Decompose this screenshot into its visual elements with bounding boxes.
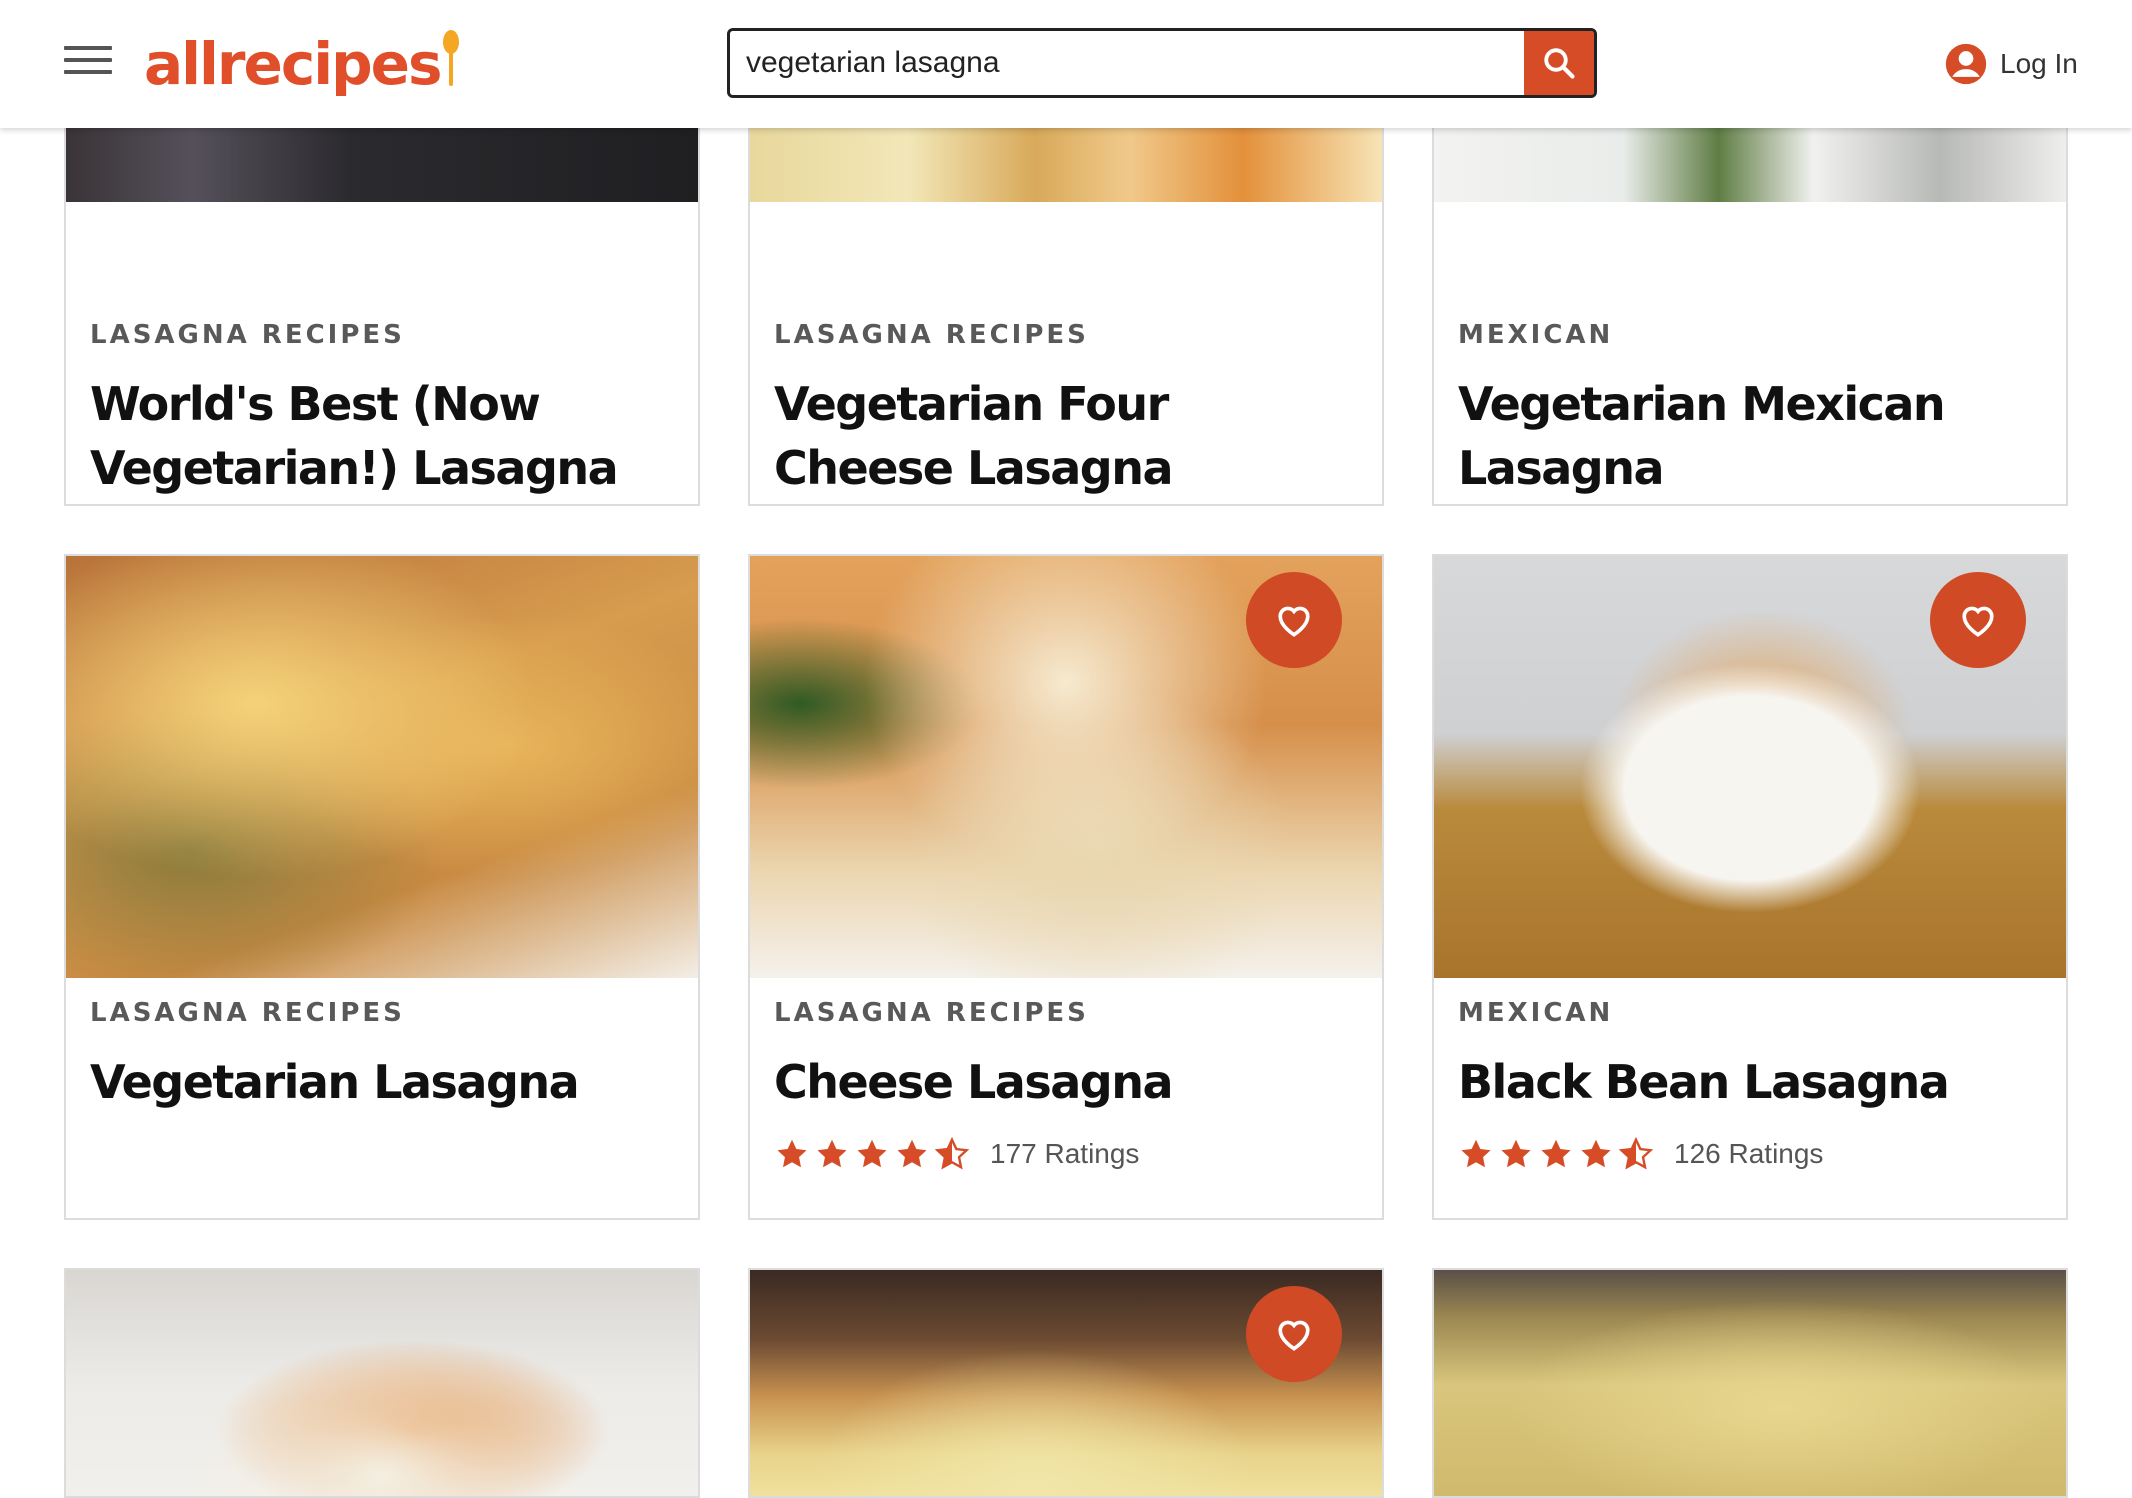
recipe-title[interactable]: Vegetarian Mexican Lasagna [1458,372,2038,500]
recipe-category[interactable]: MEXICAN [1458,998,1613,1028]
star-icon [814,1136,850,1172]
recipe-image[interactable] [66,556,698,978]
recipe-image[interactable] [1434,1270,2066,1496]
half-star-icon [1618,1136,1654,1172]
half-star-icon [934,1136,970,1172]
recipe-category[interactable]: LASAGNA RECIPES [90,998,405,1028]
login-link[interactable]: Log In [1944,40,2078,88]
recipe-title[interactable]: Vegetarian Lasagna [90,1050,670,1114]
recipe-card[interactable]: LASAGNA RECIPES Vegetarian Four Cheese L… [748,90,1384,506]
site-header: allrecipes Log In [0,0,2132,128]
star-icon [854,1136,890,1172]
star-icon [774,1136,810,1172]
recipe-card[interactable] [748,1268,1384,1498]
save-recipe-button[interactable] [1246,572,1342,668]
recipe-card[interactable]: MEXICAN Black Bean Lasagna 126 Ratings [1432,554,2068,1220]
save-recipe-button[interactable] [1246,1286,1342,1382]
logo-text: allrecipes [144,30,442,98]
login-label: Log In [2000,48,2078,79]
heart-icon [1962,606,1994,637]
recipe-card[interactable]: LASAGNA RECIPES World's Best (Now Vegeta… [64,90,700,506]
search-icon [1544,48,1575,79]
save-recipe-button[interactable] [1930,572,2026,668]
recipe-card[interactable] [1432,1268,2068,1498]
search-input[interactable] [730,31,1520,95]
star-icon [1538,1136,1574,1172]
recipe-title[interactable]: Cheese Lasagna [774,1050,1354,1114]
recipe-card[interactable]: LASAGNA RECIPES Vegetarian Lasagna [64,554,700,1220]
star-icon [1578,1136,1614,1172]
star-icon [1498,1136,1534,1172]
recipe-category[interactable]: LASAGNA RECIPES [774,998,1089,1028]
ratings-count[interactable]: 126 Ratings [1674,1138,1823,1170]
heart-icon [1278,1320,1310,1351]
account-icon [1945,43,1987,85]
heart-icon [1278,606,1310,637]
site-logo[interactable]: allrecipes [144,26,460,102]
recipe-rating: 126 Ratings [1458,1134,1823,1174]
ratings-count[interactable]: 177 Ratings [990,1138,1139,1170]
recipe-card[interactable]: MEXICAN Vegetarian Mexican Lasagna 22 Ra… [1432,90,2068,506]
recipe-title[interactable]: Black Bean Lasagna [1458,1050,2038,1114]
recipe-image[interactable] [66,1270,698,1496]
recipe-title[interactable]: World's Best (Now Vegetarian!) Lasagna [90,372,670,500]
recipe-card[interactable]: LASAGNA RECIPES Cheese Lasagna 177 Ratin… [748,554,1384,1220]
search-button[interactable] [1524,31,1594,95]
star-rating [1458,1136,1654,1172]
recipe-category[interactable]: LASAGNA RECIPES [774,320,1089,350]
star-icon [894,1136,930,1172]
menu-icon[interactable] [64,46,112,82]
star-icon [1458,1136,1494,1172]
search-bar [727,28,1597,98]
recipe-category[interactable]: LASAGNA RECIPES [90,320,405,350]
star-rating [774,1136,970,1172]
recipe-rating: 177 Ratings [774,1134,1139,1174]
spoon-icon [442,30,460,86]
recipe-category[interactable]: MEXICAN [1458,320,1613,350]
recipe-title[interactable]: Vegetarian Four Cheese Lasagna [774,372,1354,500]
recipe-card[interactable] [64,1268,700,1498]
